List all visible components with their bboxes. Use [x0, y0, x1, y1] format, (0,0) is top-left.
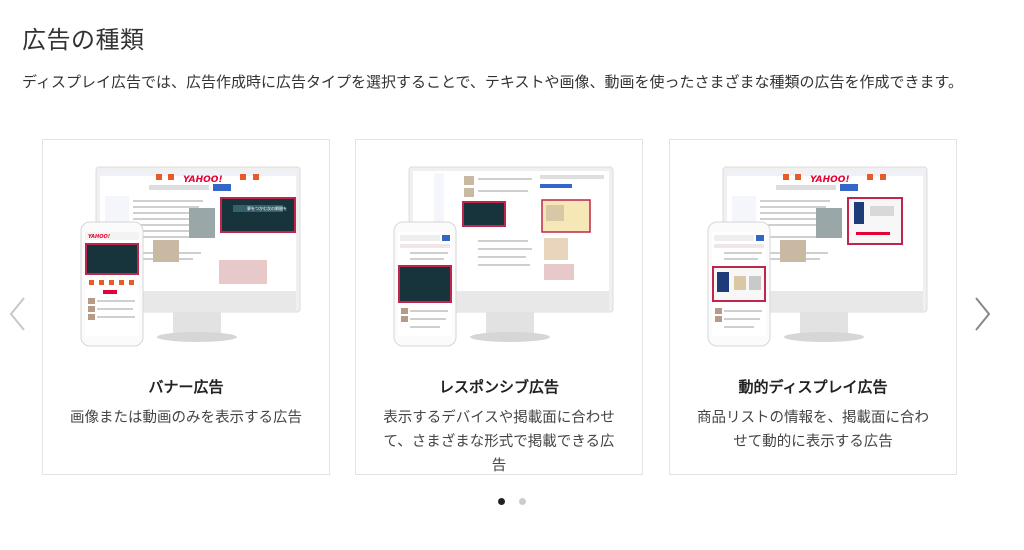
card-description: 商品リストの情報を、掲載面に合わせて動的に表示する広告 [697, 410, 929, 450]
carousel-next-button[interactable] [970, 294, 994, 334]
card-description: 表示するデバイスや掲載面に合わせて、さまざまな形式で掲載できる広告 [383, 410, 615, 474]
carousel-prev-button[interactable] [6, 294, 30, 334]
ad-type-card-dynamic[interactable]: YAHOO! 動的ディスプレイ広告 商品リストの情報を、掲載面に合わせて動的に表… [669, 139, 957, 475]
carousel-dot-1[interactable] [498, 498, 505, 505]
svg-text:YAHOO!: YAHOO! [88, 234, 110, 240]
banner-ad-illustration: YAHOO! 夢をつかむ次の瞬間を YAHOO! [80, 166, 301, 347]
card-title: レスポンシブ広告 [438, 378, 559, 396]
ad-type-card-responsive[interactable]: レスポンシブ広告 表示するデバイスや掲載面に合わせて、さまざまな形式で掲載できる… [355, 139, 643, 475]
ad-type-card-banner[interactable]: YAHOO! 夢をつかむ次の瞬間を YAHOO! バナー広告 画像または動画のみ… [42, 139, 330, 475]
yahoo-logo: YAHOO! [810, 175, 850, 185]
chevron-right-icon [975, 297, 991, 331]
chevron-left-icon [9, 297, 25, 331]
card-description: 画像または動画のみを表示する広告 [70, 410, 302, 426]
card-title: バナー広告 [148, 378, 224, 396]
card-title: 動的ディスプレイ広告 [738, 378, 888, 396]
yahoo-logo: YAHOO! [183, 175, 223, 185]
carousel-dot-2[interactable] [519, 498, 526, 505]
section-description: ディスプレイ広告では、広告作成時に広告タイプを選択することで、テキストや画像、動… [22, 73, 963, 91]
banner-ad-text: 夢をつかむ次の瞬間を [247, 205, 287, 211]
carousel-pagination [0, 490, 1024, 509]
responsive-ad-illustration [393, 166, 614, 347]
section-title: 広告の種類 [22, 26, 145, 54]
dynamic-ad-illustration: YAHOO! [707, 166, 928, 347]
